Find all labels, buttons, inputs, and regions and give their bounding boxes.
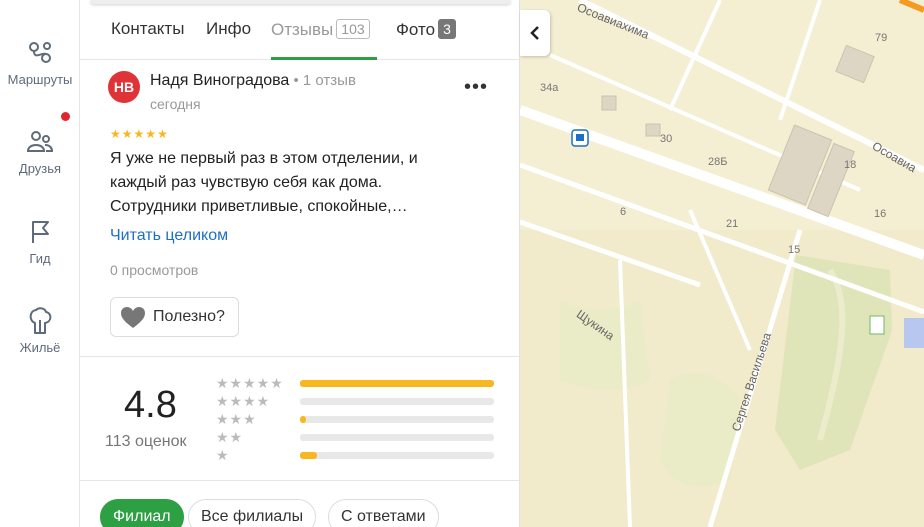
rail-item-housing[interactable]: Жильё	[0, 306, 80, 355]
tab-reviews[interactable]: Отзывы 103	[271, 19, 370, 40]
map[interactable]: Осоавиахима Осоавиа Щукина Сергея Василь…	[520, 0, 924, 527]
distribution-bar	[300, 416, 494, 423]
house-number: 18	[844, 159, 857, 171]
tab-contacts[interactable]: Контакты	[111, 19, 184, 39]
star-icon: ★	[121, 127, 134, 141]
rail-label: Маршруты	[7, 72, 73, 87]
rail-label: Жильё	[19, 340, 61, 355]
collapse-panel-button[interactable]	[520, 10, 550, 56]
star-icon: ★	[133, 127, 146, 141]
road	[668, 0, 722, 111]
notification-dot	[61, 112, 70, 121]
rail-label: Гид	[29, 251, 51, 266]
house-number: 16	[874, 208, 887, 220]
heart-icon	[121, 307, 145, 328]
organization-panel[interactable]: Контакты Инфо Отзывы 103 Фото 3 НВ Надя Ви…	[80, 0, 520, 527]
building	[645, 123, 661, 137]
tab-bar: Контакты Инфо Отзывы 103 Фото 3	[80, 0, 519, 60]
distribution-bar-fill	[300, 452, 318, 459]
filter-with-replies[interactable]: С ответами	[328, 499, 439, 527]
filter-branch[interactable]: Филиал	[100, 499, 184, 527]
useful-button[interactable]: Полезно?	[110, 297, 239, 337]
house-number: 21	[726, 218, 739, 230]
read-more-link[interactable]: Читать целиком	[110, 227, 228, 245]
distribution-bar	[300, 434, 494, 441]
house-number: 15	[788, 244, 801, 256]
house-number: 30	[660, 133, 673, 145]
left-rail: Маршруты Друзья Гид Жильё	[0, 0, 80, 527]
building	[835, 44, 875, 84]
distribution-stars: ★★★★★	[216, 375, 284, 391]
active-tab-underline	[271, 57, 377, 60]
rail-item-guide[interactable]: Гид	[0, 217, 80, 266]
road	[778, 0, 822, 121]
app-root: Маршруты Друзья Гид Жильё Контакты Инфо …	[0, 0, 924, 527]
useful-label: Полезно?	[153, 308, 225, 325]
distribution-bar	[300, 452, 494, 459]
star-icon: ★	[110, 127, 122, 141]
housing-icon	[29, 307, 52, 334]
distribution-bar-fill	[300, 380, 494, 387]
house-number: 79	[875, 32, 888, 44]
distribution-bar-fill	[300, 416, 306, 423]
tab-reviews-label: Отзывы	[271, 20, 334, 39]
avatar[interactable]: НВ	[108, 71, 140, 103]
distribution-stars: ★★★	[216, 411, 257, 427]
author-reviews-count: • 1 отзыв	[289, 72, 356, 89]
green-area	[560, 300, 650, 390]
house-number: 6	[620, 206, 627, 218]
building	[904, 318, 924, 348]
review-stars: ★★★★★	[110, 127, 169, 141]
review-text: Я уже не первый раз в этом отделении, и …	[110, 150, 418, 215]
star-icon: ★	[157, 127, 169, 141]
review-views: 0 просмотров	[110, 262, 199, 278]
rating-total: 113 оценок	[105, 433, 187, 450]
filter-all-branches[interactable]: Все филиалы	[188, 499, 317, 527]
reviews-count-badge: 103	[336, 19, 370, 39]
divider	[80, 356, 519, 357]
rail-item-routes[interactable]: Маршруты	[0, 38, 80, 87]
tab-photo-label: Фото	[396, 20, 436, 39]
review-date: сегодня	[150, 96, 201, 112]
flag-icon	[32, 221, 49, 243]
chevron-left-icon	[530, 26, 539, 40]
building	[601, 95, 617, 111]
distribution-bar	[300, 380, 494, 387]
review-author[interactable]: Надя Виноградова • 1 отзыв	[150, 72, 356, 90]
more-options-icon[interactable]: •••	[464, 76, 488, 99]
rating-score: 4.8	[124, 384, 177, 426]
house-number: 28Б	[708, 156, 728, 168]
star-icon: ★	[145, 127, 158, 141]
distribution-stars: ★	[216, 447, 230, 463]
photo-count-badge: 3	[438, 19, 456, 39]
rail-label: Друзья	[18, 161, 62, 176]
routes-icon	[29, 42, 51, 63]
author-name: Надя Виноградова	[150, 72, 290, 89]
tab-info[interactable]: Инфо	[206, 19, 251, 39]
map-canvas	[520, 0, 924, 527]
rail-item-friends[interactable]: Друзья	[0, 127, 80, 176]
house-number: 34а	[540, 82, 559, 94]
divider	[80, 480, 519, 481]
panel-top-edge	[90, 0, 511, 4]
friends-icon	[26, 131, 54, 152]
highway	[898, 0, 924, 13]
building	[869, 315, 885, 335]
distribution-stars: ★★★★	[216, 393, 271, 409]
distribution-stars: ★★	[216, 429, 244, 445]
tab-photo[interactable]: Фото 3	[396, 19, 456, 40]
distribution-bar	[300, 398, 494, 405]
